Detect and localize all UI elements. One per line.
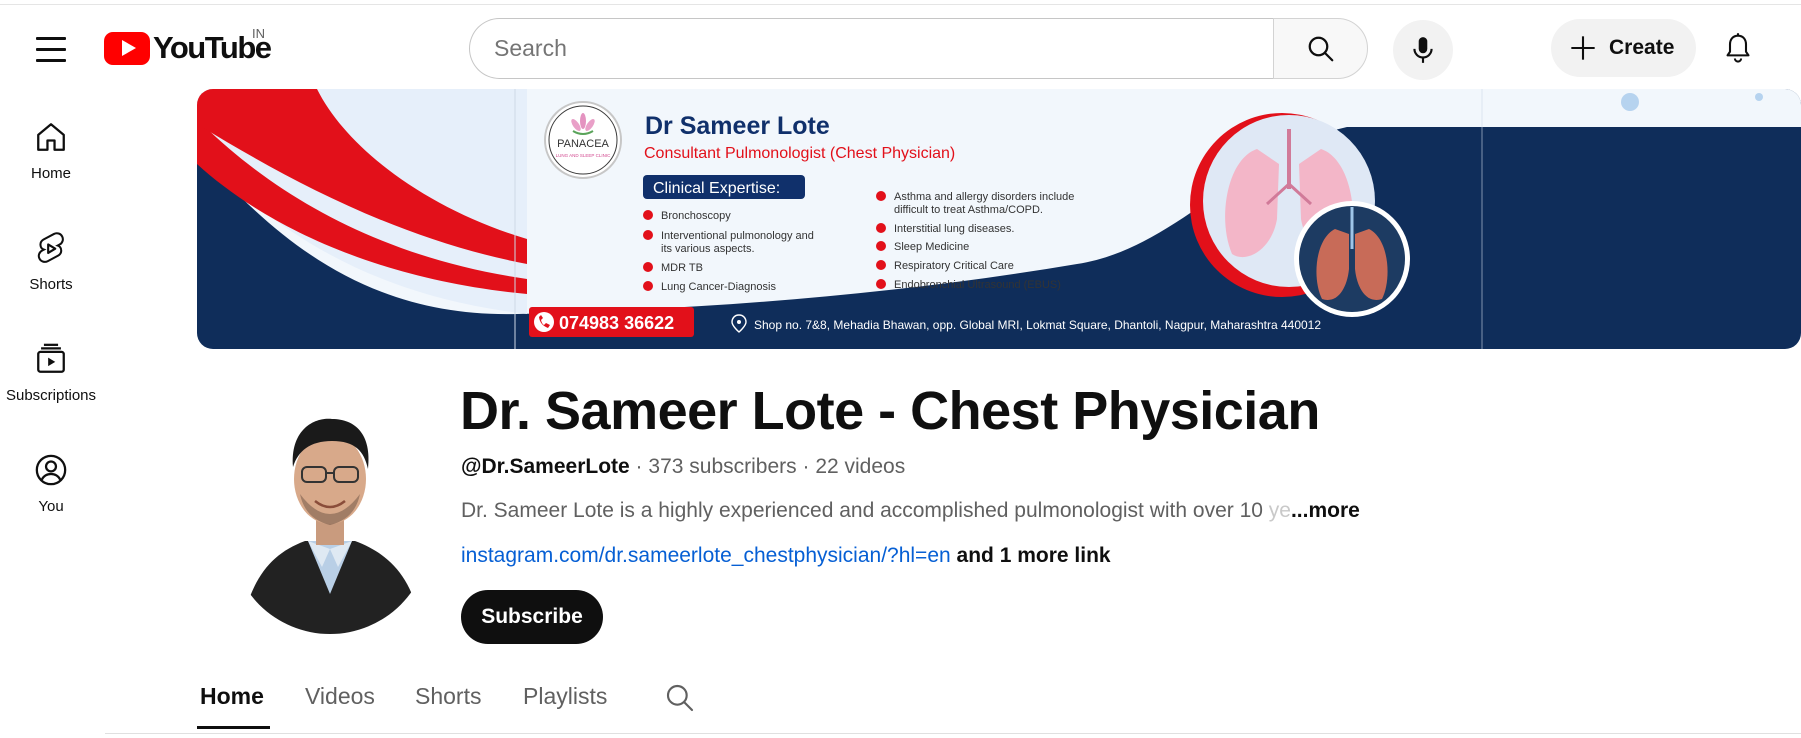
channel-description[interactable]: Dr. Sameer Lote is a highly experienced … <box>461 499 1360 523</box>
sidebar-item-home[interactable]: Home <box>0 100 102 210</box>
mic-icon <box>1413 37 1433 63</box>
bell-icon <box>1726 33 1750 63</box>
video-count: 22 videos <box>815 455 906 478</box>
search-button[interactable] <box>1273 18 1368 79</box>
voice-search-button[interactable] <box>1393 20 1453 80</box>
top-divider <box>0 4 1801 5</box>
banner-doctor-name: Dr Sameer Lote <box>645 112 830 140</box>
tab-playlists[interactable]: Playlists <box>523 683 607 710</box>
menu-button[interactable] <box>26 24 76 74</box>
sidebar-item-label: Home <box>30 165 71 182</box>
expertise-item: MDR TB <box>661 262 703 274</box>
channel-meta: @Dr.SameerLote · 373 subscribers · 22 vi… <box>461 455 906 478</box>
subscribe-button[interactable]: Subscribe <box>461 590 603 644</box>
sidebar-item-shorts[interactable]: Shorts <box>0 211 102 321</box>
channel-handle: @Dr.SameerLote <box>461 455 630 478</box>
create-button[interactable]: Create <box>1551 19 1696 77</box>
expertise-item: difficult to treat Asthma/COPD. <box>894 204 1043 216</box>
youtube-logo[interactable]: YouTube <box>104 30 272 66</box>
sidebar-item-you[interactable]: You <box>0 433 102 543</box>
banner-designation: Consultant Pulmonologist (Chest Physicia… <box>644 145 955 162</box>
expertise-item: Interventional pulmonology and <box>661 230 814 242</box>
you-icon <box>35 454 67 486</box>
banner-phone: 074983 36622 <box>559 313 674 333</box>
expertise-heading: Clinical Expertise: <box>653 180 780 197</box>
search-bar <box>469 18 1368 79</box>
plus-icon <box>1571 36 1595 60</box>
expertise-item: Respiratory Critical Care <box>894 260 1014 272</box>
expertise-item: Endobronchial Ultrasound (EBUS) <box>894 279 1061 291</box>
subscriber-count: 373 subscribers <box>648 455 797 478</box>
search-icon <box>1308 36 1333 61</box>
instagram-link[interactable]: instagram.com/dr.sameerlote_chestphysici… <box>461 544 951 567</box>
clinic-name: PANACEA <box>557 138 609 150</box>
channel-tabs: Home Videos Shorts Playlists <box>0 672 1801 738</box>
description-text: Dr. Sameer Lote is a highly experienced … <box>461 499 1263 522</box>
tab-videos[interactable]: Videos <box>305 683 375 710</box>
tabs-divider <box>105 733 1801 734</box>
expertise-item: Bronchoscopy <box>661 210 731 222</box>
more-links-button[interactable]: and 1 more link <box>957 544 1111 567</box>
country-code: IN <box>252 26 265 41</box>
create-label: Create <box>1609 36 1675 59</box>
expertise-item: its various aspects. <box>661 243 755 255</box>
sidebar-item-subscriptions[interactable]: Subscriptions <box>0 322 102 432</box>
tab-home[interactable]: Home <box>200 683 264 710</box>
play-logo-icon <box>104 31 150 65</box>
channel-links: instagram.com/dr.sameerlote_chestphysici… <box>461 544 1111 568</box>
active-tab-indicator <box>197 726 270 729</box>
menu-icon <box>36 36 66 40</box>
tab-shorts[interactable]: Shorts <box>415 683 481 710</box>
sidebar-item-label: Shorts <box>29 276 73 293</box>
sidebar-item-label: You <box>38 498 64 515</box>
channel-search-button[interactable] <box>664 682 696 714</box>
sidebar-item-label: Subscriptions <box>5 387 97 404</box>
notifications-button[interactable] <box>1712 22 1764 74</box>
home-icon <box>37 123 65 151</box>
expertise-item: Lung Cancer-Diagnosis <box>661 281 776 293</box>
shorts-icon <box>37 232 64 263</box>
channel-name: Dr. Sameer Lote - Chest Physician <box>460 381 1320 441</box>
banner-address: Shop no. 7&8, Mehadia Bhawan, opp. Globa… <box>754 318 1321 332</box>
search-input[interactable] <box>469 18 1273 79</box>
expertise-item: Asthma and allergy disorders include <box>894 191 1074 203</box>
description-fade: ye <box>1262 499 1291 522</box>
channel-banner: PANACEA LUNG AND SLEEP CLINIC Dr Sameer … <box>197 89 1801 349</box>
clinic-tagline: LUNG AND SLEEP CLINIC <box>556 153 611 158</box>
expertise-item: Sleep Medicine <box>894 241 969 253</box>
expertise-item: Interstitial lung diseases. <box>894 223 1014 235</box>
channel-avatar <box>230 389 430 634</box>
more-button[interactable]: ...more <box>1291 499 1360 522</box>
search-icon <box>666 684 694 712</box>
subscriptions-icon <box>37 343 65 373</box>
